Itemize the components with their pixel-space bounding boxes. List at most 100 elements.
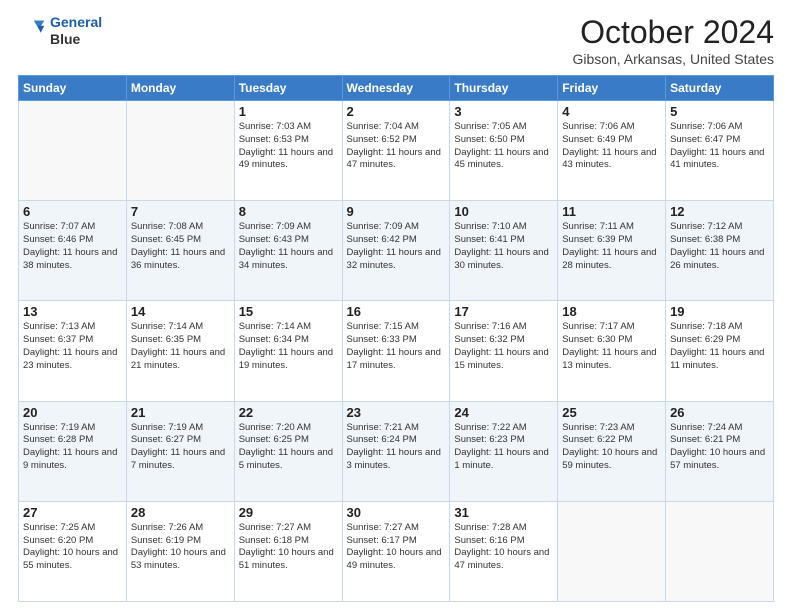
calendar-cell: 28 Sunrise: 7:26 AM Sunset: 6:19 PM Dayli…: [126, 501, 234, 601]
cell-info: Sunrise: 7:28 AM Sunset: 6:16 PM Dayligh…: [454, 522, 553, 573]
cell-info: Sunrise: 7:10 AM Sunset: 6:41 PM Dayligh…: [454, 221, 553, 272]
calendar-cell: [126, 101, 234, 201]
cell-day-number: 4: [562, 104, 661, 119]
calendar-cell: [558, 501, 666, 601]
cell-day-number: 24: [454, 405, 553, 420]
cell-info: Sunrise: 7:27 AM Sunset: 6:18 PM Dayligh…: [239, 522, 338, 573]
title-block: October 2024 Gibson, Arkansas, United St…: [572, 14, 774, 67]
week-row-2: 6 Sunrise: 7:07 AM Sunset: 6:46 PM Daylig…: [19, 201, 774, 301]
cell-day-number: 9: [347, 204, 446, 219]
cell-day-number: 19: [670, 304, 769, 319]
cell-info: Sunrise: 7:23 AM Sunset: 6:22 PM Dayligh…: [562, 422, 661, 473]
cell-day-number: 29: [239, 505, 338, 520]
calendar-cell: 30 Sunrise: 7:27 AM Sunset: 6:17 PM Dayli…: [342, 501, 450, 601]
cell-day-number: 16: [347, 304, 446, 319]
calendar-cell: 27 Sunrise: 7:25 AM Sunset: 6:20 PM Dayli…: [19, 501, 127, 601]
weekday-header-wednesday: Wednesday: [342, 76, 450, 101]
page: General Blue October 2024 Gibson, Arkans…: [0, 0, 792, 612]
cell-info: Sunrise: 7:06 AM Sunset: 6:49 PM Dayligh…: [562, 121, 661, 172]
cell-info: Sunrise: 7:18 AM Sunset: 6:29 PM Dayligh…: [670, 321, 769, 372]
calendar-cell: 15Sunrise: 7:14 AM Sunset: 6:34 PM Dayli…: [234, 301, 342, 401]
cell-info: Sunrise: 7:03 AM Sunset: 6:53 PM Dayligh…: [239, 121, 338, 172]
cell-info: Sunrise: 7:04 AM Sunset: 6:52 PM Dayligh…: [347, 121, 446, 172]
cell-info: Sunrise: 7:15 AM Sunset: 6:33 PM Dayligh…: [347, 321, 446, 372]
cell-day-number: 31: [454, 505, 553, 520]
calendar-cell: 1 Sunrise: 7:03 AM Sunset: 6:53 PM Daylig…: [234, 101, 342, 201]
cell-day-number: 21: [131, 405, 230, 420]
cell-day-number: 18: [562, 304, 661, 319]
weekday-header-row: SundayMondayTuesdayWednesdayThursdayFrid…: [19, 76, 774, 101]
cell-day-number: 3: [454, 104, 553, 119]
cell-day-number: 25: [562, 405, 661, 420]
calendar-cell: 3 Sunrise: 7:05 AM Sunset: 6:50 PM Daylig…: [450, 101, 558, 201]
cell-day-number: 30: [347, 505, 446, 520]
header: General Blue October 2024 Gibson, Arkans…: [18, 14, 774, 67]
weekday-header-monday: Monday: [126, 76, 234, 101]
cell-day-number: 6: [23, 204, 122, 219]
cell-info: Sunrise: 7:07 AM Sunset: 6:46 PM Dayligh…: [23, 221, 122, 272]
cell-day-number: 11: [562, 204, 661, 219]
cell-day-number: 2: [347, 104, 446, 119]
cell-info: Sunrise: 7:14 AM Sunset: 6:35 PM Dayligh…: [131, 321, 230, 372]
cell-day-number: 1: [239, 104, 338, 119]
weekday-header-sunday: Sunday: [19, 76, 127, 101]
cell-day-number: 26: [670, 405, 769, 420]
cell-day-number: 28: [131, 505, 230, 520]
weekday-header-thursday: Thursday: [450, 76, 558, 101]
logo-line1: General: [50, 14, 102, 30]
calendar-cell: 2 Sunrise: 7:04 AM Sunset: 6:52 PM Daylig…: [342, 101, 450, 201]
location-title: Gibson, Arkansas, United States: [572, 51, 774, 67]
logo-line2: Blue: [50, 31, 102, 48]
cell-day-number: 20: [23, 405, 122, 420]
week-row-5: 27 Sunrise: 7:25 AM Sunset: 6:20 PM Dayli…: [19, 501, 774, 601]
cell-info: Sunrise: 7:06 AM Sunset: 6:47 PM Dayligh…: [670, 121, 769, 172]
calendar-cell: 6 Sunrise: 7:07 AM Sunset: 6:46 PM Daylig…: [19, 201, 127, 301]
logo-text: General Blue: [50, 14, 102, 48]
calendar-cell: 31 Sunrise: 7:28 AM Sunset: 6:16 PM Dayli…: [450, 501, 558, 601]
week-row-1: 1 Sunrise: 7:03 AM Sunset: 6:53 PM Daylig…: [19, 101, 774, 201]
cell-day-number: 13: [23, 304, 122, 319]
cell-info: Sunrise: 7:19 AM Sunset: 6:28 PM Dayligh…: [23, 422, 122, 473]
cell-day-number: 27: [23, 505, 122, 520]
calendar-cell: 8Sunrise: 7:09 AM Sunset: 6:43 PM Daylig…: [234, 201, 342, 301]
cell-day-number: 12: [670, 204, 769, 219]
cell-day-number: 17: [454, 304, 553, 319]
month-title: October 2024: [572, 14, 774, 51]
cell-info: Sunrise: 7:05 AM Sunset: 6:50 PM Dayligh…: [454, 121, 553, 172]
calendar-cell: 25 Sunrise: 7:23 AM Sunset: 6:22 PM Dayli…: [558, 401, 666, 501]
cell-day-number: 8: [239, 204, 338, 219]
calendar-cell: 9Sunrise: 7:09 AM Sunset: 6:42 PM Daylig…: [342, 201, 450, 301]
cell-day-number: 5: [670, 104, 769, 119]
cell-info: Sunrise: 7:11 AM Sunset: 6:39 PM Dayligh…: [562, 221, 661, 272]
cell-day-number: 22: [239, 405, 338, 420]
cell-day-number: 15: [239, 304, 338, 319]
calendar-cell: 18 Sunrise: 7:17 AM Sunset: 6:30 PM Dayli…: [558, 301, 666, 401]
cell-info: Sunrise: 7:20 AM Sunset: 6:25 PM Dayligh…: [239, 422, 338, 473]
week-row-3: 13 Sunrise: 7:13 AM Sunset: 6:37 PM Dayli…: [19, 301, 774, 401]
calendar-table: SundayMondayTuesdayWednesdayThursdayFrid…: [18, 75, 774, 602]
cell-info: Sunrise: 7:12 AM Sunset: 6:38 PM Dayligh…: [670, 221, 769, 272]
calendar-cell: 19 Sunrise: 7:18 AM Sunset: 6:29 PM Dayli…: [666, 301, 774, 401]
weekday-header-tuesday: Tuesday: [234, 76, 342, 101]
cell-info: Sunrise: 7:24 AM Sunset: 6:21 PM Dayligh…: [670, 422, 769, 473]
cell-day-number: 7: [131, 204, 230, 219]
calendar-cell: 12 Sunrise: 7:12 AM Sunset: 6:38 PM Dayli…: [666, 201, 774, 301]
calendar-cell: 4 Sunrise: 7:06 AM Sunset: 6:49 PM Daylig…: [558, 101, 666, 201]
calendar-cell: 21Sunrise: 7:19 AM Sunset: 6:27 PM Dayli…: [126, 401, 234, 501]
calendar-cell: [666, 501, 774, 601]
calendar-cell: 17 Sunrise: 7:16 AM Sunset: 6:32 PM Dayli…: [450, 301, 558, 401]
calendar-cell: 5 Sunrise: 7:06 AM Sunset: 6:47 PM Daylig…: [666, 101, 774, 201]
cell-info: Sunrise: 7:27 AM Sunset: 6:17 PM Dayligh…: [347, 522, 446, 573]
logo-icon: [18, 17, 46, 45]
cell-info: Sunrise: 7:16 AM Sunset: 6:32 PM Dayligh…: [454, 321, 553, 372]
calendar-cell: 13 Sunrise: 7:13 AM Sunset: 6:37 PM Dayli…: [19, 301, 127, 401]
cell-info: Sunrise: 7:17 AM Sunset: 6:30 PM Dayligh…: [562, 321, 661, 372]
calendar-cell: 7Sunrise: 7:08 AM Sunset: 6:45 PM Daylig…: [126, 201, 234, 301]
weekday-header-friday: Friday: [558, 76, 666, 101]
cell-day-number: 23: [347, 405, 446, 420]
calendar-cell: 23Sunrise: 7:21 AM Sunset: 6:24 PM Dayli…: [342, 401, 450, 501]
cell-info: Sunrise: 7:26 AM Sunset: 6:19 PM Dayligh…: [131, 522, 230, 573]
calendar-cell: 14Sunrise: 7:14 AM Sunset: 6:35 PM Dayli…: [126, 301, 234, 401]
cell-info: Sunrise: 7:25 AM Sunset: 6:20 PM Dayligh…: [23, 522, 122, 573]
cell-info: Sunrise: 7:13 AM Sunset: 6:37 PM Dayligh…: [23, 321, 122, 372]
